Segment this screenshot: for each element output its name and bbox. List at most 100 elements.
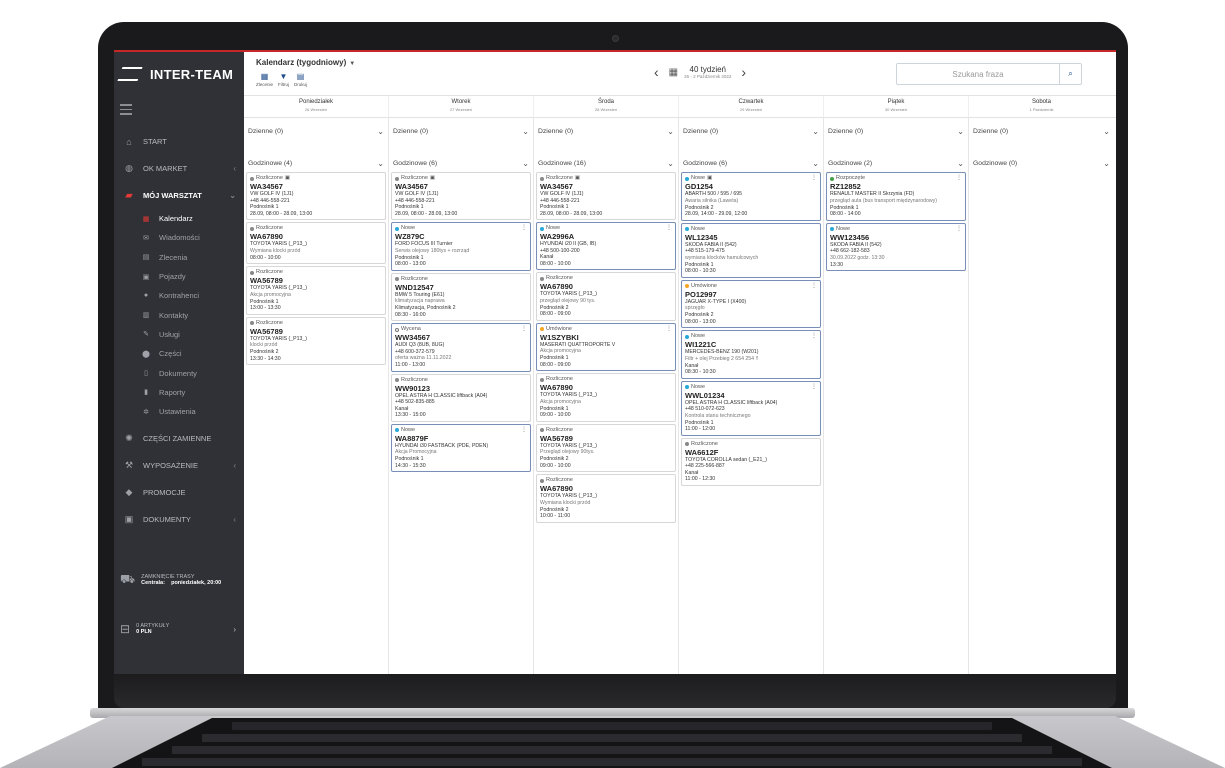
appointment-card[interactable]: Nowe ⋮ WI1221C MERCEDES-BENZ 190 (W201) … [681,330,821,379]
chevron-down-icon: ⌄ [1103,126,1110,136]
sidebar-item-moj-warsztat[interactable]: ▰ MÓJ WARSZTAT ⌄ [114,182,244,209]
time-range: 09:00 - 10:00 [540,412,571,418]
daily-section-toggle[interactable]: Dzienne (0) ⌄ [391,122,531,140]
appointment-card[interactable]: Rozliczone WA56789 TOYOTA YARIS (_P13_) … [246,316,386,365]
menu-toggle-icon[interactable] [114,96,244,122]
print-button[interactable]: ▤ Drukuj [294,72,307,87]
appointment-card[interactable]: Nowe ⋮ WWL01234 OPEL ASTRA H CLASSIC lif… [681,380,821,436]
status-dot [685,385,689,389]
plate-number: WW123456 [830,232,870,242]
appointment-card[interactable]: Umówione ⋮ PO12997 JAGUAR X-TYPE I (X400… [681,279,821,328]
appointment-card[interactable]: Nowe ⋮ WW123456 SKODA FABIA II (542) +48… [826,222,966,271]
more-options-icon[interactable]: ⋮ [666,325,672,332]
appointment-card[interactable]: Rozliczone ▣ WA34567 VW GOLF IV (1J1) +4… [391,172,531,220]
sidebar-subitem-kontrahenci[interactable]: ● Kontrahenci [114,286,244,305]
sidebar-item-ok-market[interactable]: ◍ OK MARKET ‹ [114,155,244,182]
hourly-section-toggle[interactable]: Godzinowe (16) ⌄ [536,154,676,172]
part-icon: ⬤ [142,350,150,358]
appointment-card[interactable]: Rozliczone WA56789 TOYOTA YARIS (_P13_) … [536,423,676,472]
sidebar-subitem-uslugi[interactable]: ✎ Usługi [114,325,244,344]
status-badge: Rozliczone [250,269,382,276]
appointment-card[interactable]: Rozliczone WW90123 OPEL ASTRA H CLASSIC … [391,373,531,422]
sidebar-subitem-raporty[interactable]: ▮ Raporty [114,383,244,402]
more-options-icon[interactable]: ⋮ [811,174,817,181]
more-options-icon[interactable]: ⋮ [521,325,527,332]
appointment-card[interactable]: Rozliczone WA67890 TOYOTA YARIS (_P13_) … [536,373,676,422]
hourly-section-toggle[interactable]: Godzinowe (4) ⌄ [246,154,386,172]
sidebar-subitem-pojazdy[interactable]: ▣ Pojazdy [114,267,244,286]
sidebar-subitem-kontakty[interactable]: ▥ Kontakty [114,305,244,324]
appointment-card[interactable]: Rozliczone ▣ WA34567 VW GOLF IV (1J1) +4… [246,172,386,220]
status-badge: Nowe [395,225,527,232]
more-options-icon[interactable]: ⋮ [811,282,817,289]
week-picker[interactable]: ▦ 40 tydzień 26 - 2 Październik 2022 [669,65,732,79]
cart-summary[interactable]: ⊟ 0 ARTYKUŁY 0 PLN › [114,622,244,636]
more-options-icon[interactable]: ⋮ [666,224,672,231]
search-box: Szukana fraza ⌕ [896,63,1082,85]
appointment-card[interactable]: Umówione ⋮ W1SZYBKI MASERATI QUATTROPORT… [536,322,676,371]
day-header: Czwartek 29 Wrzesień [679,96,824,117]
appointment-card[interactable]: Nowe ⋮ WA2996A HYUNDAI i20 II (GB, IB) +… [536,222,676,270]
search-button[interactable]: ⌕ [1059,64,1081,84]
sidebar-subitem-zlecenia[interactable]: ▤ Zlecenia [114,248,244,267]
route-closing[interactable]: ⛟ ZAMKNIĘCIE TRASY Centrala: poniedziałe… [114,572,244,588]
daily-section-toggle[interactable]: Dzienne (0) ⌄ [246,122,386,140]
home-icon: ⌂ [126,136,132,147]
status-dot [540,377,544,382]
more-options-icon[interactable]: ⋮ [521,426,527,433]
calendar-icon: ▦ [142,215,150,223]
hourly-section-toggle[interactable]: Godzinowe (0) ⌄ [971,154,1112,172]
appointment-card[interactable]: Rozliczone ▣ WA34567 VW GOLF IV (1J1) +4… [536,172,676,220]
truck-icon: ⛟ [120,572,136,586]
sidebar-subitem-wiadomosci[interactable]: ✉ Wiadomości [114,228,244,247]
more-options-icon[interactable]: ⋮ [521,224,527,231]
calendar-view-select[interactable]: Kalendarz (tygodniowy) ▼ [256,58,355,67]
appointment-card[interactable]: Rozliczone WA67890 TOYOTA YARIS (_P13_) … [536,272,676,321]
day-column: Dzienne (0) ⌄ Godzinowe (4) ⌄ Rozliczone… [244,118,389,674]
sidebar-item-wyposazenie[interactable]: ⚒ WYPOSAŻENIE ‹ [114,452,244,479]
daily-section-toggle[interactable]: Dzienne (0) ⌄ [536,122,676,140]
sidebar-subitem-czesci[interactable]: ⬤ Części [114,344,244,363]
sidebar-item-start[interactable]: ⌂ START [114,128,244,155]
appointment-card[interactable]: Wycena ⋮ WW34567 AUDI Q3 (8UB, 8UG) +48 … [391,323,531,372]
sidebar-item-promocje[interactable]: ◆ PROMOCJE [114,479,244,506]
appointment-card[interactable]: Rozpoczęte ⋮ RZ12852 RENAULT MASTER II S… [826,172,966,221]
status-dot [395,176,399,181]
day-column: Dzienne (0) ⌄ Godzinowe (16) ⌄ Rozliczon… [534,118,679,674]
hourly-section-toggle[interactable]: Godzinowe (6) ⌄ [681,154,821,172]
chevron-left-icon: ‹ [233,461,236,471]
document-icon: ▣ [284,175,291,181]
sidebar-subitem-dokumenty[interactable]: ▯ Dokumenty [114,363,244,382]
prev-week-button[interactable]: ‹ [654,64,659,80]
more-options-icon[interactable]: ⋮ [811,332,817,339]
new-order-button[interactable]: ▦ Zlecenie [256,72,273,87]
sidebar-item-dokumenty[interactable]: ▣ DOKUMENTY ‹ [114,506,244,533]
appointment-card[interactable]: Rozliczone WA67890 TOYOTA YARIS (_P13_) … [536,474,676,523]
sidebar-item-czesci-zamienne[interactable]: ✺ CZĘŚCI ZAMIENNE [114,425,244,452]
hourly-section-toggle[interactable]: Godzinowe (6) ⌄ [391,154,531,172]
appointment-card[interactable]: Nowe ⋮ WZ879C FORD FOCUS III Turnier Ser… [391,222,531,271]
daily-section-toggle[interactable]: Dzienne (0) ⌄ [971,122,1112,140]
status-dot [685,176,689,181]
appointment-card[interactable]: Rozliczone WA67890 TOYOTA YARIS (_P13_) … [246,222,386,264]
sidebar-subitem-ustawienia[interactable]: ✲ Ustawienia [114,402,244,421]
more-options-icon[interactable]: ⋮ [956,225,962,232]
sidebar-subitem-kalendarz[interactable]: ▦ Kalendarz [114,209,244,228]
appointment-card[interactable]: Rozliczone WA56789 TOYOTA YARIS (_P13_) … [246,266,386,315]
appointment-card[interactable]: Rozliczone WND12547 BMW 5 Touring (E61) … [391,272,531,321]
appointment-card[interactable]: Nowe WL12345 SKODA FABIA II (542) +48 51… [681,222,821,278]
daily-section-toggle[interactable]: Dzienne (0) ⌄ [826,122,966,140]
appointment-card[interactable]: Nowe ▣ ⋮ GD1254 ABARTH 500 / 595 / 695 A… [681,172,821,221]
next-week-button[interactable]: › [741,64,746,80]
appointment-card[interactable]: Nowe ⋮ WA8879F HYUNDAI i30 FASTBACK (PDE… [391,423,531,472]
more-options-icon[interactable]: ⋮ [956,174,962,181]
logo-icon [117,67,143,81]
route-value: poniedziałek, 20:00 [171,580,222,586]
search-input[interactable]: Szukana fraza [897,70,1059,79]
logo[interactable]: INTER-TEAM [114,52,244,96]
appointment-card[interactable]: Rozliczone WA6612F TOYOTA COROLLA sedan … [681,437,821,486]
filter-button[interactable]: ▼ Filtruj [278,72,289,87]
daily-section-toggle[interactable]: Dzienne (0) ⌄ [681,122,821,140]
more-options-icon[interactable]: ⋮ [811,383,817,390]
hourly-section-toggle[interactable]: Godzinowe (2) ⌄ [826,154,966,172]
